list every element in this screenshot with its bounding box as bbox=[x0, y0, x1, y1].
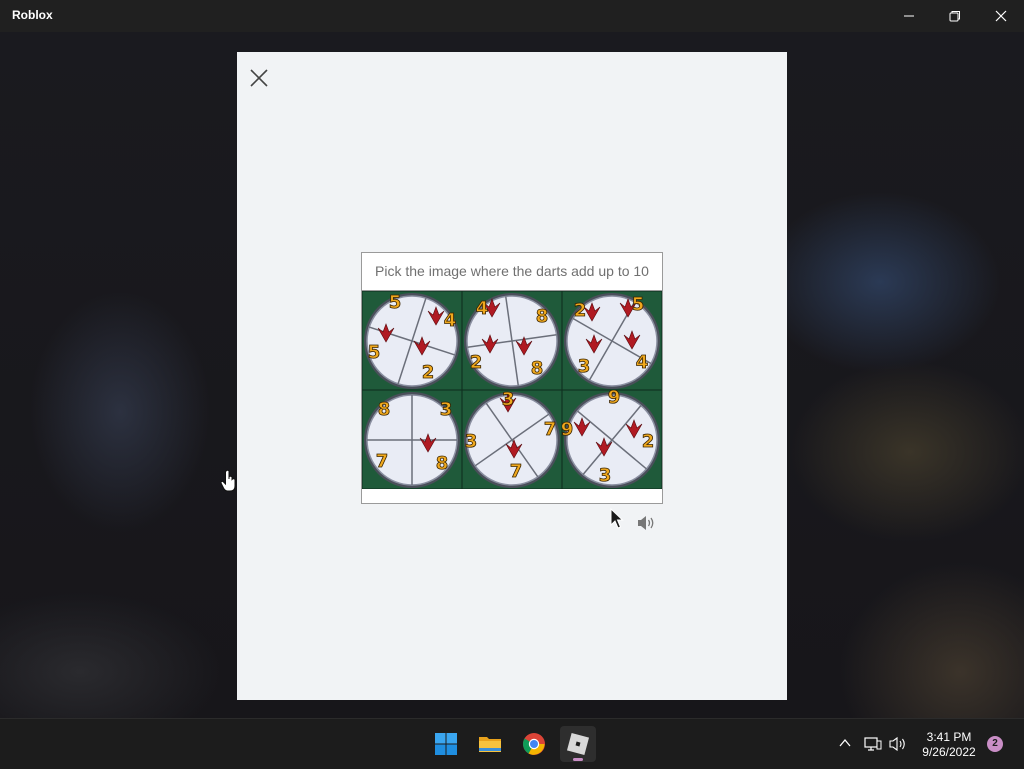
captcha-tile-1[interactable]: 5 4 5 2 bbox=[361, 290, 463, 391]
file-explorer-button[interactable] bbox=[472, 726, 508, 762]
close-icon bbox=[995, 10, 1007, 22]
clock-time: 3:41 PM bbox=[926, 730, 972, 744]
start-button[interactable] bbox=[428, 726, 464, 762]
chevron-up-icon[interactable] bbox=[838, 736, 852, 750]
dartboard-number: 5 bbox=[389, 292, 402, 313]
clock-date: 9/26/2022 bbox=[922, 745, 976, 759]
window-title: Roblox bbox=[12, 8, 53, 22]
dartboard-number: 5 bbox=[368, 342, 381, 363]
dartboard-number: 4 bbox=[636, 352, 649, 373]
dartboard-number: 2 bbox=[470, 352, 483, 373]
minimize-icon bbox=[904, 15, 914, 17]
dartboard-number: 4 bbox=[476, 298, 489, 319]
dartboard-number: 3 bbox=[465, 431, 478, 452]
dartboard-number: 8 bbox=[531, 358, 544, 379]
volume-icon[interactable] bbox=[889, 736, 909, 752]
dartboard-number: 9 bbox=[608, 390, 621, 408]
dartboard-number: 8 bbox=[378, 399, 391, 420]
captcha-tile-3[interactable]: 2 5 3 4 bbox=[561, 290, 663, 391]
captcha-prompt: Pick the image where the darts add up to… bbox=[362, 253, 662, 291]
captcha-tile-4[interactable]: 8 3 7 8 bbox=[361, 389, 463, 490]
close-modal-button[interactable] bbox=[247, 66, 271, 90]
close-icon bbox=[250, 69, 268, 87]
active-app-indicator bbox=[573, 758, 583, 761]
dartboard-number: 3 bbox=[578, 356, 591, 377]
dartboard-image: 3 7 3 7 bbox=[461, 389, 563, 490]
roblox-button[interactable] bbox=[560, 726, 596, 762]
dartboard-number: 8 bbox=[536, 306, 549, 327]
system-clock[interactable]: 3:41 PM 9/26/2022 bbox=[916, 730, 982, 760]
dartboard-number: 4 bbox=[444, 310, 457, 331]
captcha-tile-2[interactable]: 4 8 2 8 bbox=[461, 290, 563, 391]
taskbar: 3:41 PM 9/26/2022 2 bbox=[0, 718, 1024, 769]
arrow-cursor-icon bbox=[610, 508, 624, 529]
chrome-icon bbox=[523, 733, 545, 755]
audio-challenge-button[interactable] bbox=[636, 514, 656, 532]
roblox-icon bbox=[566, 732, 590, 756]
dartboard-number: 7 bbox=[376, 451, 389, 472]
close-window-button[interactable] bbox=[978, 0, 1024, 32]
dartboard-number: 3 bbox=[599, 465, 612, 486]
restore-icon bbox=[949, 11, 960, 22]
captcha-tile-5[interactable]: 3 7 3 7 bbox=[461, 389, 563, 490]
dartboard-image: 9 2 9 3 bbox=[560, 387, 663, 490]
folder-icon bbox=[479, 737, 501, 752]
speaker-icon bbox=[638, 516, 654, 530]
dartboard-number: 3 bbox=[440, 399, 453, 420]
captcha-tile-6[interactable]: 9 2 9 3 bbox=[560, 387, 663, 490]
hand-cursor-icon bbox=[220, 469, 236, 492]
captcha-modal: Pick the image where the darts add up to… bbox=[237, 52, 787, 700]
network-icon[interactable] bbox=[864, 736, 882, 752]
chrome-button[interactable] bbox=[516, 726, 552, 762]
dartboard-number: 7 bbox=[544, 419, 557, 440]
notification-badge[interactable]: 2 bbox=[987, 736, 1003, 752]
dartboard-number: 3 bbox=[502, 390, 515, 410]
windows-logo-icon bbox=[435, 733, 457, 755]
dartboard-image: 4 8 2 8 bbox=[461, 290, 563, 391]
dartboard-number: 2 bbox=[574, 300, 587, 321]
minimize-button[interactable] bbox=[886, 0, 932, 32]
dartboard-number: 7 bbox=[510, 461, 523, 482]
dartboard-number: 5 bbox=[632, 294, 645, 315]
dartboard-number: 2 bbox=[642, 431, 655, 452]
captcha-image-grid: 5452 4828 2534 8378 3737 9293 bbox=[361, 290, 663, 490]
dartboard-number: 9 bbox=[562, 419, 573, 440]
dartboard-image: 5 4 5 2 bbox=[361, 290, 463, 391]
dartboard-number: 8 bbox=[436, 453, 449, 474]
dartboard-image: 8 3 7 8 bbox=[361, 389, 463, 490]
restore-button[interactable] bbox=[932, 0, 978, 32]
title-bar: Roblox bbox=[0, 0, 1024, 32]
captcha-panel: Pick the image where the darts add up to… bbox=[361, 252, 663, 504]
dartboard-image: 2 5 3 4 bbox=[561, 290, 663, 391]
dartboard-number: 2 bbox=[422, 362, 435, 383]
